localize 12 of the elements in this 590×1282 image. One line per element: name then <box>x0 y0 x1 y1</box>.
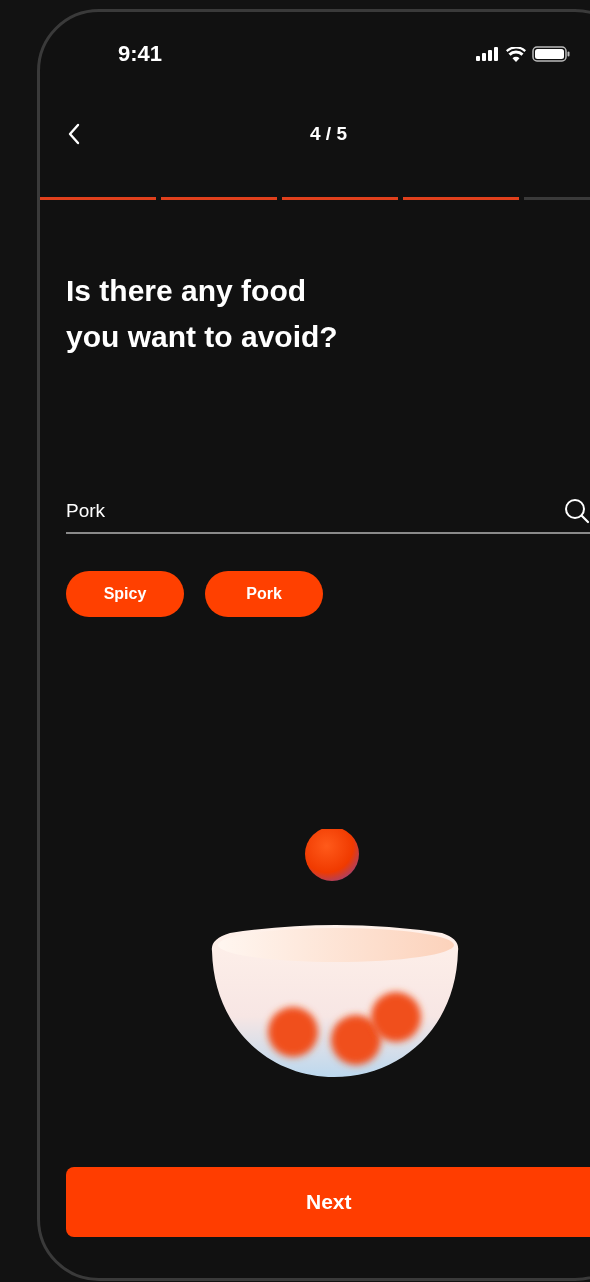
wifi-icon <box>506 46 526 62</box>
battery-icon <box>532 46 570 62</box>
next-button[interactable]: Next <box>66 1167 590 1237</box>
status-time: 9:41 <box>118 41 163 67</box>
search-field[interactable]: Pork <box>66 500 564 522</box>
search-icon <box>564 498 590 524</box>
question-title: Is there any food you want to avoid? <box>66 273 339 355</box>
step-counter: 4 / 5 <box>310 123 347 145</box>
food-chip[interactable]: Pork <box>205 571 323 617</box>
chevron-left-icon <box>68 123 80 145</box>
signal-icon <box>476 47 498 61</box>
food-chip[interactable]: Spicy <box>66 571 184 617</box>
